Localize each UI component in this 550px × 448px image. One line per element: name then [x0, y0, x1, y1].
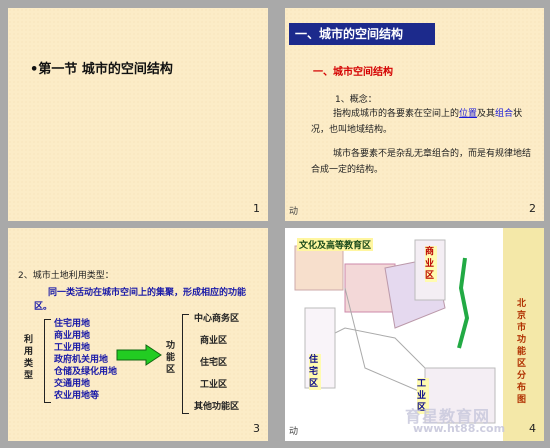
- watermark-url: www.ht88.com: [413, 422, 506, 435]
- land-use-point: 2、城市土地利用类型：: [18, 271, 114, 281]
- animation-icon: 动: [289, 427, 299, 437]
- list-item: 政府机关用地: [54, 355, 109, 365]
- slide-banner: 一、城市的空间结构: [289, 23, 435, 45]
- list-item: 交通用地: [54, 379, 91, 389]
- zone-bracket: [182, 314, 189, 414]
- list-item: 住宅区: [200, 358, 228, 368]
- left-label: 利用类型: [24, 335, 34, 381]
- structure-text: 城市各要素不是杂乱无章组合的，而是有规律地结合成一定的结构。: [311, 149, 532, 175]
- arrow-right-icon: [116, 344, 162, 366]
- land-use-bracket: [44, 319, 51, 403]
- concept-point: 1、概念：: [335, 95, 377, 105]
- label-commerce: 商业区: [425, 246, 437, 282]
- slide-number: 3: [253, 422, 260, 435]
- list-item: 工业用地: [54, 343, 91, 353]
- slide-3[interactable]: 2、城市土地利用类型： 同一类活动在城市空间上的集聚，形成相应的功能区。 利用类…: [8, 228, 268, 441]
- land-use-list: 住宅用地 商业用地 工业用地 政府机关用地 仓储及绿化用地 交通用地 农业用地等: [54, 318, 117, 402]
- list-item: 商业区: [200, 336, 228, 346]
- vertical-title: 北京市功能区分布图: [517, 299, 527, 405]
- slide-number: 1: [253, 202, 260, 215]
- animation-icon: 动: [289, 207, 299, 217]
- list-item: 仓储及绿化用地: [54, 367, 118, 377]
- label-residential: 住宅区: [309, 354, 321, 390]
- list-item: 中心商务区: [194, 314, 240, 324]
- slide-1[interactable]: •第一节 城市的空间结构 1: [8, 8, 268, 221]
- list-item: 住宅用地: [54, 319, 91, 329]
- highlight-position: 位置: [459, 109, 478, 119]
- map-title: 文化及高等教育区: [297, 238, 374, 251]
- slide-number: 2: [529, 202, 536, 215]
- list-item: 商业用地: [54, 331, 91, 341]
- section-heading: 一、城市空间结构: [313, 67, 393, 78]
- concept-text: 指构成城市的各要素在空间上的位置及其组合状况，也叫地域结构。: [311, 109, 523, 135]
- list-item: 其他功能区: [194, 402, 240, 412]
- list-item: 工业区: [200, 380, 228, 390]
- slide-2[interactable]: 一、城市的空间结构 一、城市空间结构 1、概念： 指构成城市的各要素在空间上的位…: [285, 8, 544, 221]
- slide-4[interactable]: 文化及高等教育区 商业区 住宅区 工业区 北京市功能区分布图 育星教育网 www…: [285, 228, 544, 441]
- zone-list: 中心商务区 商业区 住宅区 工业区 其他功能区: [194, 308, 239, 418]
- list-item: 农业用地等: [54, 391, 100, 401]
- slide-title: •第一节 城市的空间结构: [30, 62, 173, 77]
- function-zone-label: 功能区: [166, 341, 176, 375]
- highlight-combination: 组合: [495, 109, 514, 119]
- slide-number: 4: [529, 422, 536, 435]
